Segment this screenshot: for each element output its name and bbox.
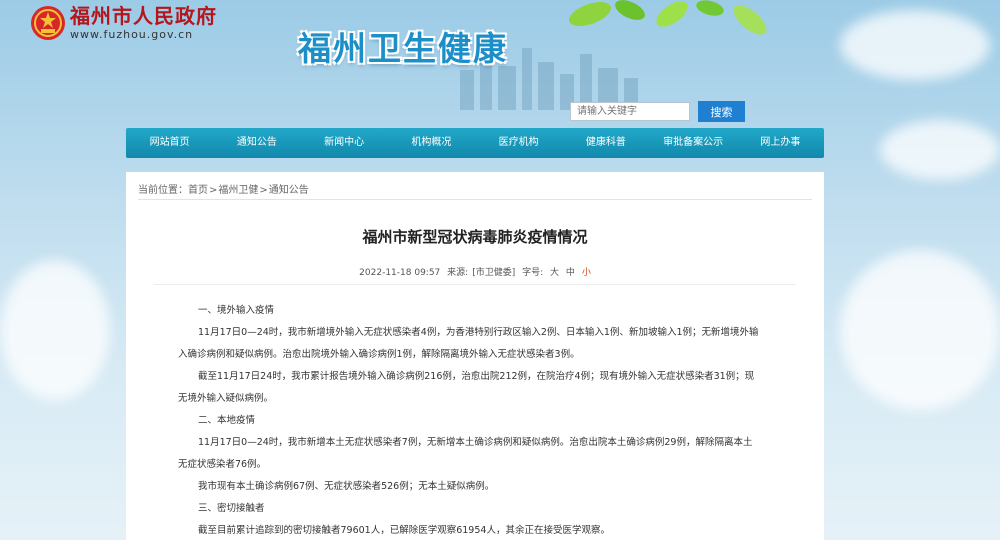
site-name: 福州市人民政府 bbox=[70, 4, 217, 28]
breadcrumb: 当前位置：首页>福州卫健>通知公告 bbox=[138, 181, 309, 196]
article-paragraph: 11月17日0—24时，我市新增本土无症状感染者7例，无新增本土确诊病例和疑似病… bbox=[198, 437, 753, 448]
nav-item-health-education[interactable]: 健康科普 bbox=[562, 128, 649, 158]
site-url: www.fuzhou.gov.cn bbox=[70, 28, 194, 41]
search-input[interactable] bbox=[570, 102, 690, 121]
divider bbox=[154, 284, 796, 285]
section-heading: 三、密切接触者 bbox=[198, 503, 265, 514]
national-emblem-icon bbox=[31, 6, 65, 40]
cloud-decoration bbox=[0, 260, 110, 400]
nav-item-medical-institutions[interactable]: 医疗机构 bbox=[475, 128, 562, 158]
breadcrumb-home[interactable]: 首页 bbox=[188, 185, 208, 196]
nav-item-home[interactable]: 网站首页 bbox=[126, 128, 213, 158]
article-meta: 2022-11-18 09:57 来源: [市卫健委] 字号: 大 中 小 bbox=[126, 265, 824, 278]
font-size-label: 字号: bbox=[522, 268, 544, 278]
font-size-medium-button[interactable]: 中 bbox=[566, 268, 575, 278]
divider bbox=[138, 199, 812, 200]
article-paragraph: 截至11月17日24时，我市累计报告境外输入确诊病例216例，治愈出院212例，… bbox=[198, 371, 755, 382]
content-panel: 当前位置：首页>福州卫健>通知公告 福州市新型冠状病毒肺炎疫情情况 2022-1… bbox=[126, 172, 824, 540]
article-paragraph: 截至目前累计追踪到的密切接触者79601人，已解除医学观察61954人，其余正在… bbox=[198, 525, 610, 536]
section-heading: 二、本地疫情 bbox=[198, 415, 256, 426]
article-paragraph: 无症状感染者76例。 bbox=[178, 459, 267, 470]
article-paragraph: 11月17日0—24时，我市新增境外输入无症状感染者4例，为香港特别行政区输入2… bbox=[198, 327, 759, 338]
cloud-decoration bbox=[840, 250, 1000, 410]
nav-item-approval-publicity[interactable]: 审批备案公示 bbox=[650, 128, 737, 158]
section-heading: 一、境外输入疫情 bbox=[198, 305, 275, 316]
nav-item-news[interactable]: 新闻中心 bbox=[301, 128, 388, 158]
article-paragraph: 我市现有本土确诊病例67例、无症状感染者526例；无本土疑似病例。 bbox=[198, 481, 495, 492]
main-nav: 网站首页 通知公告 新闻中心 机构概况 医疗机构 健康科普 审批备案公示 网上办… bbox=[126, 128, 824, 158]
article-title: 福州市新型冠状病毒肺炎疫情情况 bbox=[362, 228, 588, 246]
article-paragraph: 入确诊病例和疑似病例。治愈出院境外输入确诊病例1例，解除隔离境外输入无症状感染者… bbox=[178, 349, 580, 360]
banner-title: 福州卫生健康 bbox=[298, 29, 508, 68]
search-button[interactable]: 搜索 bbox=[698, 101, 745, 122]
source-label: 来源: bbox=[447, 268, 469, 278]
nav-item-organization[interactable]: 机构概况 bbox=[388, 128, 475, 158]
nav-item-online-services[interactable]: 网上办事 bbox=[737, 128, 824, 158]
cloud-decoration bbox=[840, 10, 990, 80]
site-logo[interactable]: 福州市人民政府 www.fuzhou.gov.cn bbox=[30, 4, 217, 42]
article-paragraph: 无境外输入疑似病例。 bbox=[178, 393, 274, 404]
breadcrumb-health-commission[interactable]: 福州卫健 bbox=[218, 185, 258, 196]
breadcrumb-notices[interactable]: 通知公告 bbox=[269, 185, 309, 196]
article-source: [市卫健委] bbox=[472, 268, 516, 278]
font-size-large-button[interactable]: 大 bbox=[550, 268, 559, 278]
breadcrumb-separator: > bbox=[209, 185, 218, 196]
breadcrumb-prefix: 当前位置： bbox=[138, 185, 188, 196]
breadcrumb-separator: > bbox=[259, 185, 268, 196]
font-size-small-button[interactable]: 小 bbox=[582, 268, 591, 278]
cloud-decoration bbox=[880, 120, 1000, 180]
article-date: 2022-11-18 09:57 bbox=[359, 268, 441, 278]
nav-item-notices[interactable]: 通知公告 bbox=[213, 128, 300, 158]
article-body: 一、境外输入疫情 11月17日0—24时，我市新增境外输入无症状感染者4例，为香… bbox=[178, 300, 778, 540]
